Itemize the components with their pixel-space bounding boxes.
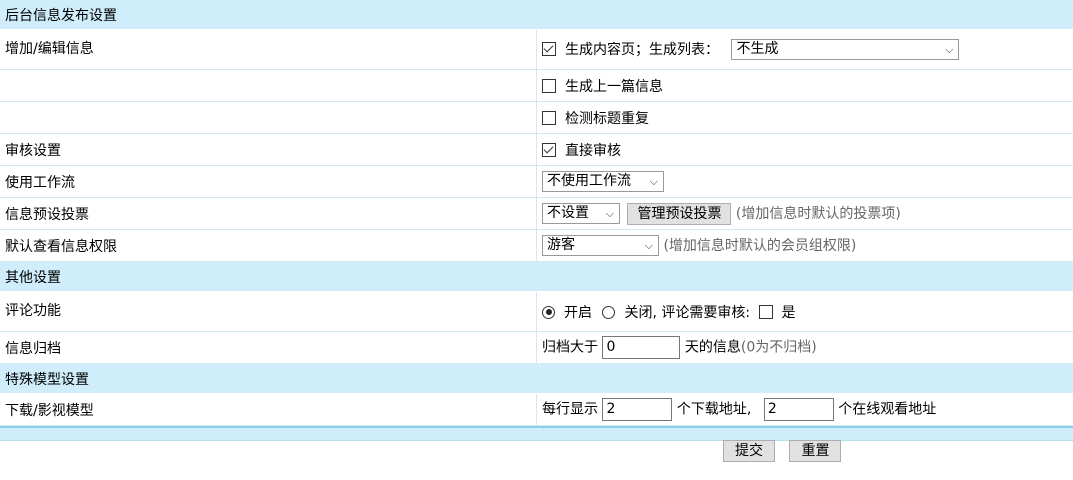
permission-select[interactable]: 游客 ⌵ <box>542 235 659 257</box>
row-label <box>0 101 537 134</box>
settings-table: 后台信息发布设置 增加/编辑信息 生成内容页；生成列表： 不生成 ⌵ 生成上一篇信… <box>0 0 1073 426</box>
row-value: 不使用工作流 ⌵ <box>536 165 1073 198</box>
check-title-checkbox[interactable] <box>542 110 556 125</box>
select-value: 游客 <box>547 237 575 254</box>
row-label: 下载/影视模型 <box>0 393 537 426</box>
section-header-special: 特殊模型设置 <box>0 363 1073 394</box>
row-archive: 信息归档 归档大于 0 天的信息(0为不归档) <box>0 331 1073 364</box>
row-value: 检测标题重复 <box>536 101 1073 134</box>
row-gen-prev: 生成上一篇信息 <box>0 69 1073 102</box>
archive-prefix: 归档大于 <box>542 339 598 356</box>
archive-hint: (0为不归档) <box>740 339 817 356</box>
row-value: 归档大于 0 天的信息(0为不归档) <box>536 331 1073 364</box>
row-value: 生成内容页；生成列表： 不生成 ⌵ <box>536 29 1073 70</box>
form-actions: 提交 重置 <box>723 440 851 462</box>
submit-button[interactable]: 提交 <box>723 440 775 462</box>
gen-content-label: 生成内容页；生成列表： <box>565 41 719 58</box>
comment-audit-checkbox[interactable] <box>758 304 773 319</box>
download-text: 个下载地址, <box>676 401 752 418</box>
section-header-other: 其他设置 <box>0 261 1073 292</box>
chevron-down-icon: ⌵ <box>649 175 658 188</box>
row-vote: 信息预设投票 不设置 ⌵ 管理预设投票 (增加信息时默认的投票项) <box>0 197 1073 230</box>
online-text: 个在线观看地址 <box>838 401 937 418</box>
comment-on-label: 开启 <box>564 304 592 321</box>
check-title-label: 检测标题重复 <box>565 110 649 127</box>
comment-audit-question: 评论需要审核: <box>661 304 751 321</box>
gen-prev-label: 生成上一篇信息 <box>565 78 663 95</box>
row-label: 默认查看信息权限 <box>0 229 537 262</box>
comment-on-radio[interactable] <box>542 305 555 319</box>
row-comment: 评论功能 开启 关闭, 评论需要审核: 是 <box>0 291 1073 332</box>
section-title: 后台信息发布设置 <box>0 0 1073 30</box>
form-footer-bar <box>0 426 1073 441</box>
gen-prev-checkbox[interactable] <box>542 78 556 93</box>
list-generate-select[interactable]: 不生成 ⌵ <box>731 39 960 61</box>
row-label <box>0 69 537 102</box>
online-count-input[interactable]: 2 <box>763 398 834 421</box>
row-download: 下载/影视模型 每行显示 2 个下载地址, 2 个在线观看地址 <box>0 393 1073 426</box>
vote-hint: (增加信息时默认的投票项) <box>735 205 901 222</box>
archive-days-input[interactable]: 0 <box>602 336 681 359</box>
row-value: 不设置 ⌵ 管理预设投票 (增加信息时默认的投票项) <box>536 197 1073 230</box>
row-permission: 默认查看信息权限 游客 ⌵ (增加信息时默认的会员组权限) <box>0 229 1073 262</box>
row-check-title: 检测标题重复 <box>0 101 1073 134</box>
select-value: 不设置 <box>547 205 589 221</box>
vote-select[interactable]: 不设置 ⌵ <box>542 203 620 224</box>
row-value: 游客 ⌵ (增加信息时默认的会员组权限) <box>536 229 1073 262</box>
row-label: 信息归档 <box>0 331 537 364</box>
row-label: 评论功能 <box>0 291 537 332</box>
comment-off-label: 关闭, <box>624 304 657 321</box>
chevron-down-icon: ⌵ <box>605 207 614 220</box>
row-value: 开启 关闭, 评论需要审核: 是 <box>536 291 1073 332</box>
gen-content-checkbox[interactable] <box>542 41 556 56</box>
section-header-backend: 后台信息发布设置 <box>0 0 1073 30</box>
manage-vote-button[interactable]: 管理预设投票 <box>627 202 732 225</box>
section-title: 特殊模型设置 <box>0 363 1073 394</box>
row-label: 使用工作流 <box>0 165 537 198</box>
archive-suffix: 天的信息 <box>684 339 741 356</box>
direct-audit-label: 直接审核 <box>565 142 621 159</box>
chevron-down-icon: ⌵ <box>945 43 954 57</box>
row-label: 信息预设投票 <box>0 197 537 230</box>
row-value: 直接审核 <box>536 133 1073 166</box>
direct-audit-checkbox[interactable] <box>542 142 556 157</box>
row-value: 每行显示 2 个下载地址, 2 个在线观看地址 <box>536 393 1073 426</box>
row-label: 增加/编辑信息 <box>0 29 537 70</box>
download-count-input[interactable]: 2 <box>602 398 673 421</box>
row-workflow: 使用工作流 不使用工作流 ⌵ <box>0 165 1073 198</box>
row-add-edit: 增加/编辑信息 生成内容页；生成列表： 不生成 ⌵ <box>0 29 1073 70</box>
reset-button[interactable]: 重置 <box>789 440 842 462</box>
row-value: 生成上一篇信息 <box>536 69 1073 102</box>
comment-audit-yes: 是 <box>781 304 796 321</box>
row-audit: 审核设置 直接审核 <box>0 133 1073 166</box>
section-title: 其他设置 <box>0 261 1073 292</box>
permission-hint: (增加信息时默认的会员组权限) <box>663 237 857 254</box>
workflow-select[interactable]: 不使用工作流 ⌵ <box>542 171 664 192</box>
select-value: 不生成 <box>736 41 779 58</box>
row-label: 审核设置 <box>0 133 537 166</box>
download-prefix: 每行显示 <box>542 401 598 418</box>
select-value: 不使用工作流 <box>547 173 631 189</box>
chevron-down-icon: ⌵ <box>644 239 653 253</box>
comment-off-radio[interactable] <box>602 305 616 319</box>
